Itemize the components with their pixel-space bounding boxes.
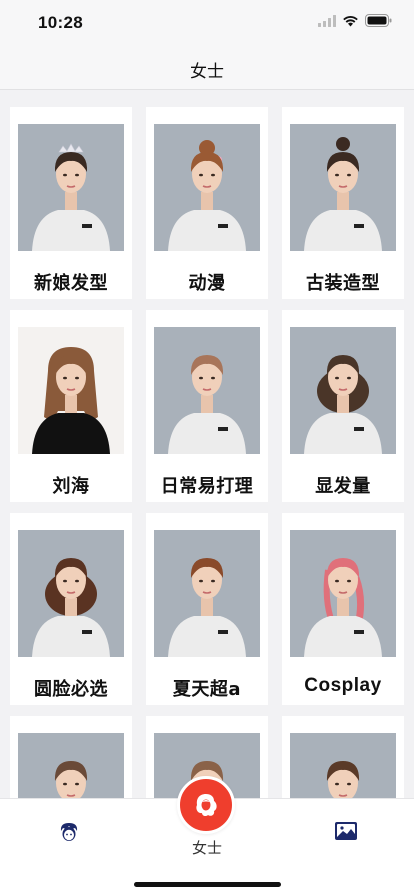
page-title: 女士 — [190, 62, 224, 82]
status-icons — [318, 14, 392, 27]
category-card[interactable]: Cosplay — [282, 513, 404, 705]
category-card[interactable]: 显发量 — [282, 310, 404, 502]
category-label: 古装造型 — [306, 273, 380, 294]
category-card[interactable]: 动漫 — [146, 107, 268, 299]
hairstyle-preview-image — [154, 124, 260, 251]
category-label: 新娘发型 — [34, 273, 108, 294]
hairstyle-preview-image — [290, 530, 396, 657]
hairstyle-preview-image — [18, 530, 124, 657]
status-time: 10:28 — [38, 13, 83, 32]
category-label: 动漫 — [188, 273, 226, 294]
category-card[interactable]: 日常易打理 — [146, 310, 268, 502]
category-card[interactable]: 新娘发型 — [10, 107, 132, 299]
hairstyle-preview-image — [290, 327, 396, 454]
category-label: 圆脸必选 — [34, 679, 108, 700]
category-label: Cosplay — [304, 675, 382, 696]
battery-icon — [365, 14, 392, 27]
hairstyle-preview-image — [154, 530, 260, 657]
hairstyle-preview-image — [18, 124, 124, 251]
tab-center-label[interactable]: 女士 — [0, 837, 414, 858]
signal-icon — [318, 14, 336, 27]
hair-style-tab-button[interactable] — [177, 776, 235, 834]
wifi-icon — [343, 15, 358, 26]
category-card[interactable]: 圆脸必选 — [10, 513, 132, 705]
hairstyle-preview-image — [18, 327, 124, 454]
category-label: 夏天超a — [172, 679, 242, 700]
hairstyle-preview-image — [290, 124, 396, 251]
nav-bar: 女士 — [0, 48, 414, 90]
category-label: 刘海 — [52, 476, 90, 497]
status-bar: 10:28 — [0, 0, 414, 48]
home-indicator — [134, 882, 281, 887]
category-card[interactable]: 刘海 — [10, 310, 132, 502]
hair-style-icon — [196, 794, 217, 817]
category-label: 日常易打理 — [160, 476, 254, 497]
category-label: 显发量 — [315, 476, 371, 497]
hairstyle-preview-image — [154, 327, 260, 454]
category-card[interactable]: 古装造型 — [282, 107, 404, 299]
category-card[interactable]: 夏天超a — [146, 513, 268, 705]
